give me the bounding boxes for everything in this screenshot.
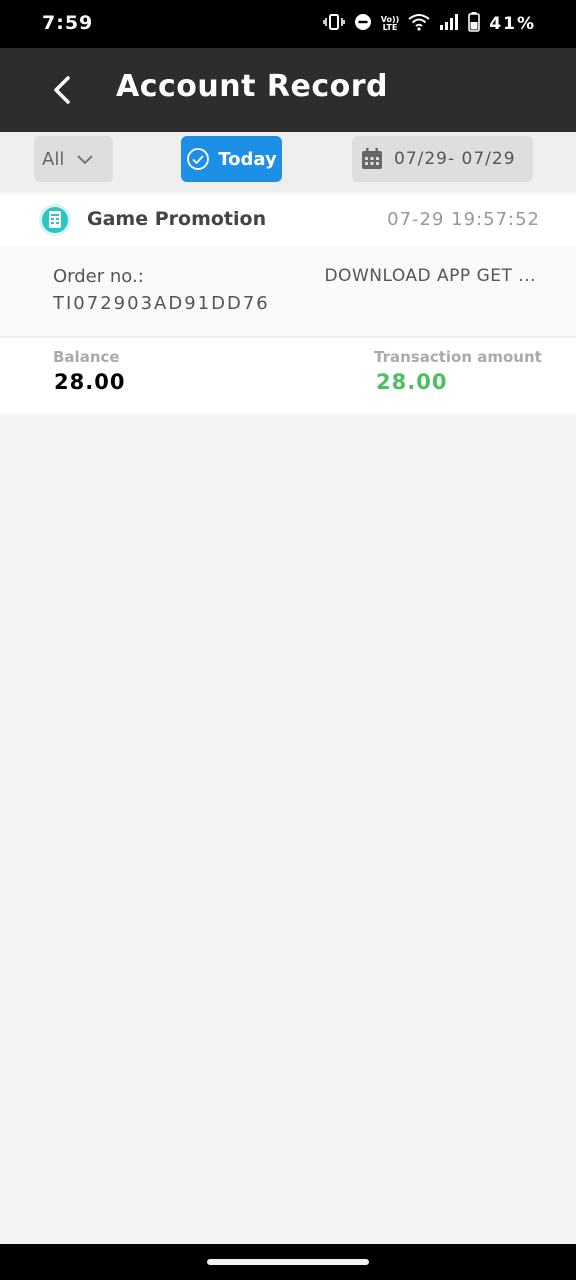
amount-details: Balance 28.00 Transaction amount 28.00 bbox=[0, 336, 576, 414]
status-bar: 7:59 Vo)) LTE 41% bbox=[0, 0, 576, 48]
date-range-label: 07/29- 07/29 bbox=[394, 149, 516, 169]
wifi-icon bbox=[408, 13, 430, 35]
balance-label: Balance bbox=[53, 348, 120, 366]
type-filter-label: All bbox=[42, 148, 65, 170]
signal-icon bbox=[439, 13, 459, 35]
balance-value: 28.00 bbox=[54, 370, 126, 394]
transaction-amount-value: 28.00 bbox=[376, 370, 448, 394]
receipt-icon bbox=[39, 204, 71, 236]
chevron-left-icon bbox=[54, 76, 70, 104]
date-range-picker[interactable]: 07/29- 07/29 bbox=[352, 136, 533, 182]
home-indicator[interactable] bbox=[207, 1259, 369, 1265]
today-filter-button[interactable]: Today bbox=[181, 136, 282, 182]
lte-label: LTE bbox=[382, 23, 398, 32]
record-header: Game Promotion 07-29 19:57:52 bbox=[0, 194, 576, 246]
battery-icon bbox=[468, 12, 481, 36]
page-title: Account Record bbox=[116, 69, 389, 104]
record-title: Game Promotion bbox=[87, 208, 267, 230]
do-not-disturb-icon bbox=[354, 13, 372, 35]
system-nav-bar bbox=[0, 1244, 576, 1280]
order-label: Order no.: bbox=[53, 266, 144, 287]
chevron-down-icon bbox=[77, 155, 94, 165]
status-time: 7:59 bbox=[42, 12, 94, 34]
order-description: DOWNLOAD APP GET ... bbox=[324, 266, 536, 286]
record-time: 07-29 19:57:52 bbox=[387, 209, 540, 230]
battery-percent: 41% bbox=[489, 14, 536, 34]
type-filter-dropdown[interactable]: All bbox=[34, 136, 113, 182]
filter-bar: All Today 07/29- 07/29 bbox=[0, 132, 576, 192]
today-label: Today bbox=[218, 148, 277, 170]
volte-icon: Vo)) LTE bbox=[381, 16, 400, 32]
order-number: TI072903AD91DD76 bbox=[53, 293, 270, 314]
order-details: Order no.: TI072903AD91DD76 DOWNLOAD APP… bbox=[0, 246, 576, 336]
app-bar: Account Record bbox=[0, 48, 576, 132]
vibrate-icon bbox=[322, 13, 345, 35]
record-card[interactable]: Game Promotion 07-29 19:57:52 Order no.:… bbox=[0, 194, 576, 414]
status-icons: Vo)) LTE 41% bbox=[322, 12, 536, 36]
back-button[interactable] bbox=[44, 72, 84, 108]
calendar-icon bbox=[362, 148, 382, 169]
transaction-amount-label: Transaction amount bbox=[374, 348, 542, 366]
check-circle-icon bbox=[187, 148, 210, 170]
